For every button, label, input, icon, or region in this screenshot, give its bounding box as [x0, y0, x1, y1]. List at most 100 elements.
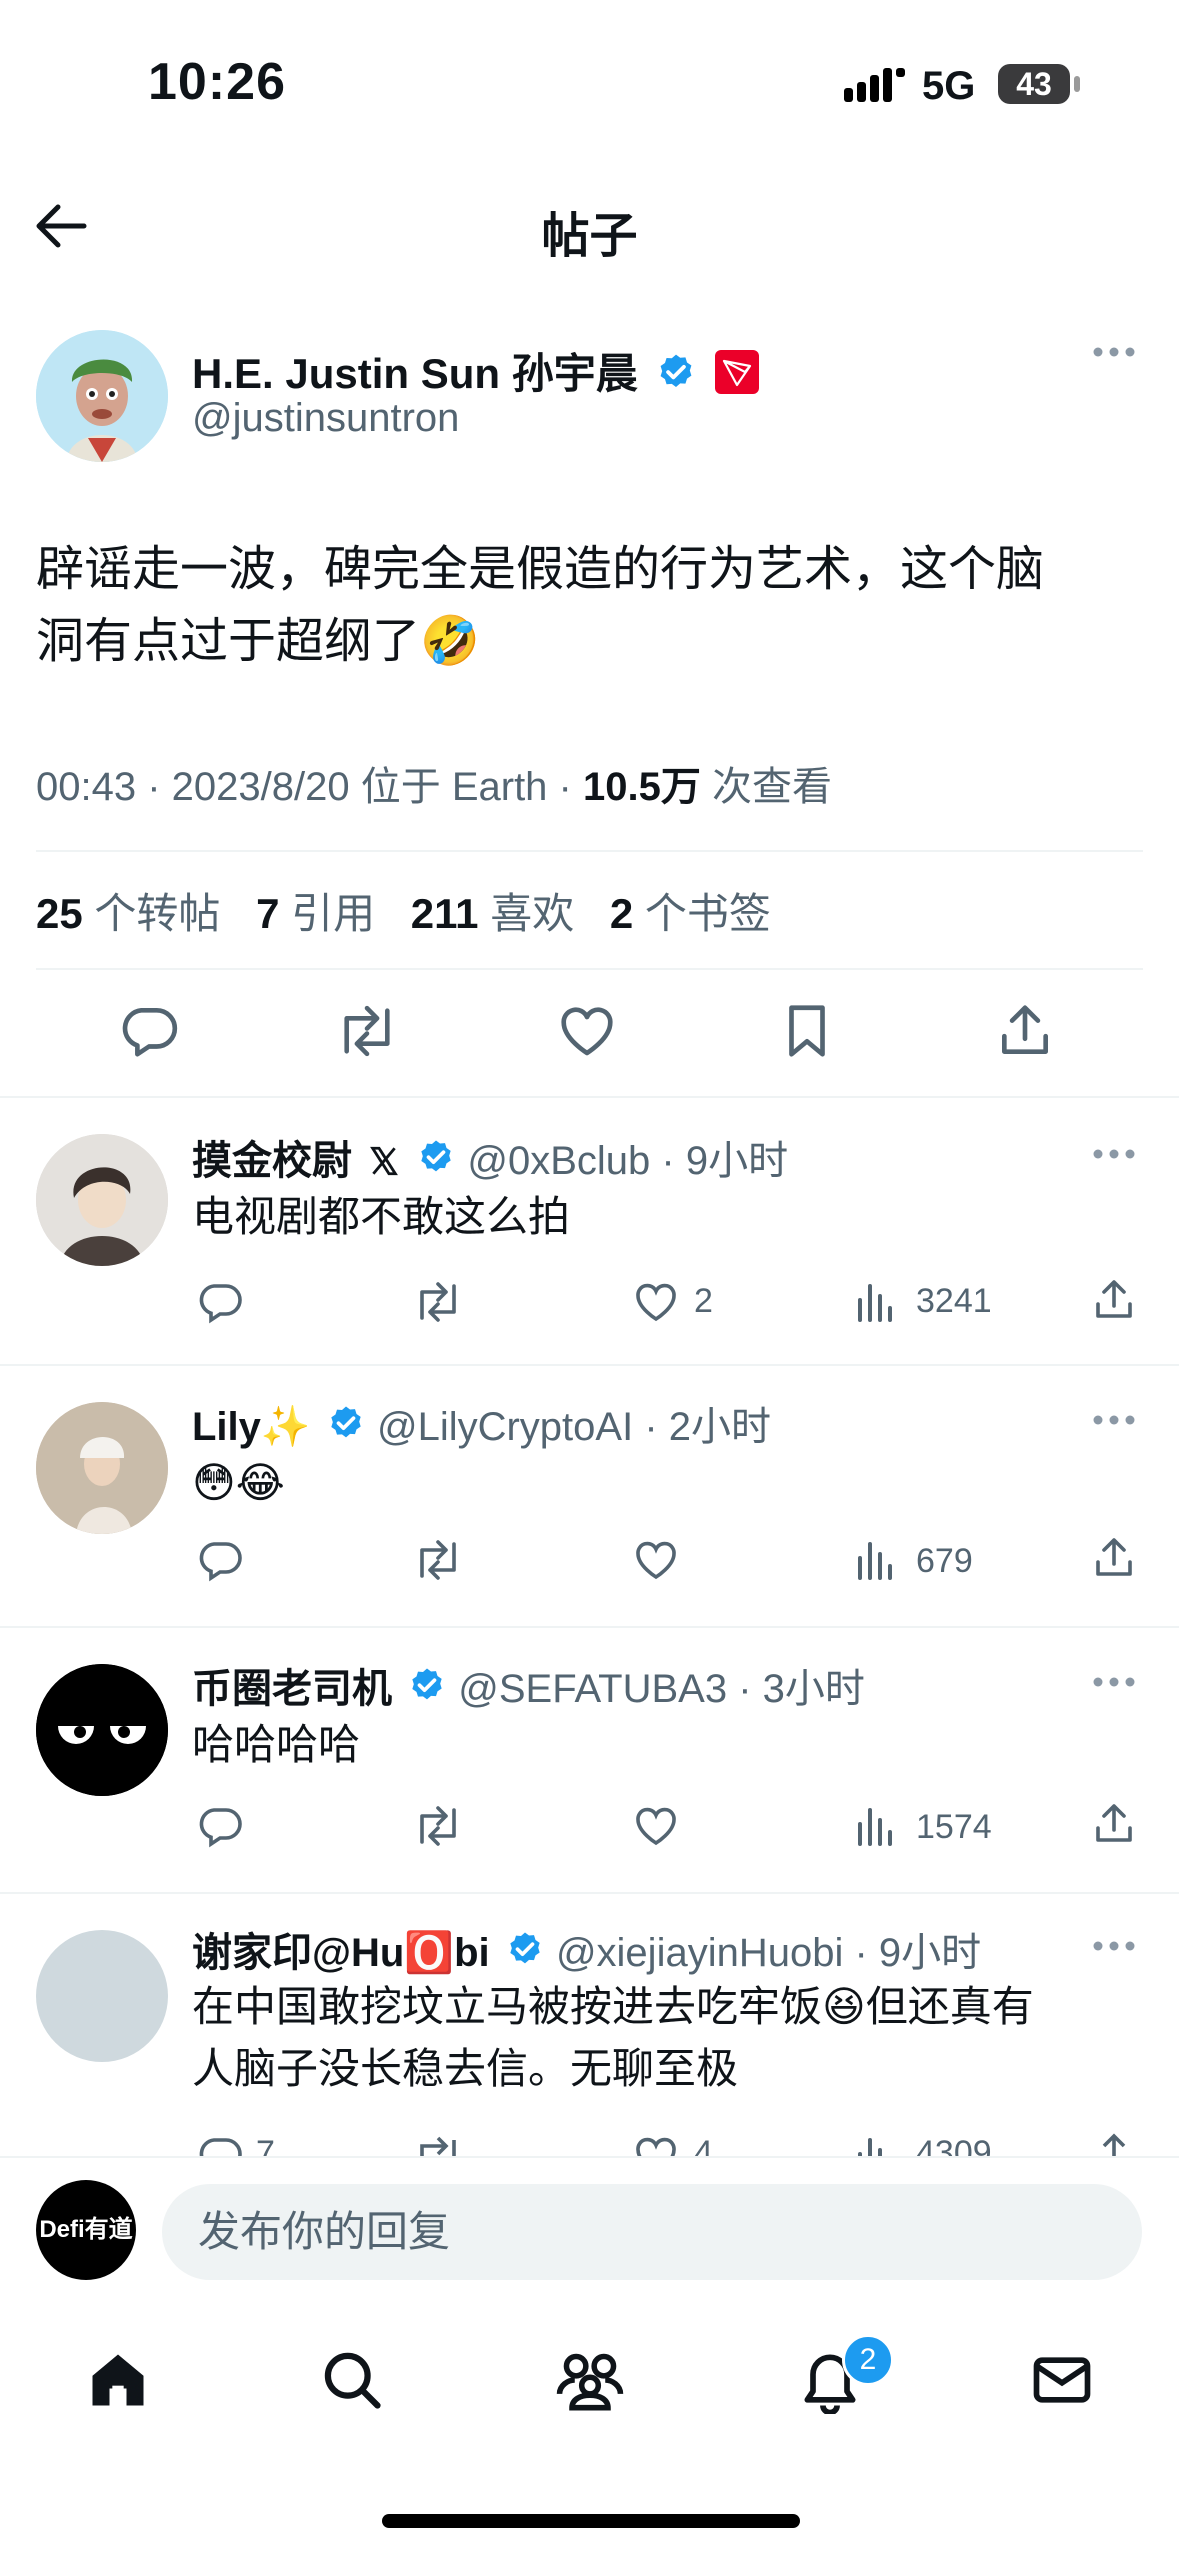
reply-avatar[interactable] [36, 1664, 168, 1796]
share-icon[interactable] [1090, 1276, 1138, 1324]
like-heart-icon[interactable] [632, 1536, 680, 1584]
post-text-line2: 洞有点过于超纲了🤣 [36, 615, 480, 668]
battery-icon: 43 [998, 64, 1070, 104]
reply-author-row: Lily✨ @LilyCryptoAI · 2小时 [192, 1394, 771, 1452]
reply-icon[interactable] [196, 1536, 244, 1584]
views-icon[interactable] [852, 1536, 900, 1584]
view-count: 10.5万 [582, 765, 701, 809]
reply-author-name[interactable]: Lily✨ [192, 1405, 311, 1449]
post-timestamp[interactable]: 00:43 · 2023/8/20 位于 Earth · [36, 765, 583, 809]
like-heart-icon[interactable] [556, 1000, 618, 1062]
home-icon[interactable] [84, 2346, 152, 2414]
reply-text: 哈哈哈哈 [192, 1721, 361, 1768]
engagement-stats: 25 个转帖 7 引用 211 喜欢 2 个书签 [36, 880, 771, 941]
x-logo-icon [367, 1144, 401, 1178]
verified-badge-icon [505, 1930, 545, 1970]
reply-icon[interactable] [118, 1000, 180, 1062]
bookmark-icon[interactable] [776, 1000, 838, 1062]
like-count: 4 [694, 2134, 713, 2156]
messages-mail-icon[interactable] [1028, 2346, 1096, 2414]
reply-item-clipped: 谢家印@Hu🅾️bi @xiejiayinHuobi · 9小时 在中国敢挖坟立… [0, 1894, 1179, 2156]
home-indicator [382, 2514, 800, 2528]
reply-author-row: 摸金校尉 @0xBclub · 9小时 [192, 1128, 788, 1186]
verified-badge-icon [655, 352, 697, 394]
repost-icon[interactable] [334, 1000, 400, 1062]
reply-handle-time[interactable]: @0xBclub · 9小时 [467, 1139, 788, 1183]
more-options-icon[interactable] [1092, 1676, 1136, 1688]
share-icon[interactable] [1090, 2130, 1138, 2156]
divider [0, 2156, 1179, 2158]
reply-text-line1: 在中国敢挖坟立马被按进去吃牢饭😆但还真有 [192, 1983, 1034, 2030]
reply-text: 电视剧都不敢这么拍 [192, 1193, 571, 1240]
more-options-icon[interactable] [1092, 1414, 1136, 1426]
divider [0, 1096, 1179, 1098]
reply-input[interactable] [162, 2184, 1142, 2280]
view-count-label: 次查看 [700, 765, 832, 809]
author-avatar[interactable] [36, 330, 168, 462]
divider [36, 968, 1143, 970]
reply-avatar[interactable] [36, 1930, 168, 2062]
reply-author-name[interactable]: 币圈老司机 [192, 1667, 392, 1711]
battery-tip [1074, 76, 1080, 92]
reply-text: 😳😂 [192, 1459, 285, 1506]
back-arrow-icon[interactable] [30, 196, 90, 256]
view-count: 4309 [916, 2134, 992, 2156]
like-count: 2 [694, 1282, 713, 1320]
reply-text-line2: 人脑子没长稳去信。无聊至极 [192, 2045, 739, 2092]
share-icon[interactable] [1090, 1534, 1138, 1582]
likes-stat[interactable]: 211 喜欢 [411, 890, 574, 937]
author-name[interactable]: H.E. Justin Sun 孙宇晨 [192, 350, 638, 397]
repost-icon[interactable] [412, 1278, 464, 1326]
share-icon[interactable] [994, 1000, 1056, 1062]
reply-author-name[interactable]: 谢家印@Hu🅾️bi [192, 1931, 490, 1975]
views-icon[interactable] [852, 2132, 900, 2156]
bookmarks-stat[interactable]: 2 个书签 [610, 890, 771, 937]
views-icon[interactable] [852, 1278, 900, 1326]
status-time: 10:26 [148, 53, 286, 111]
current-user-avatar[interactable]: Defi有道 [36, 2180, 136, 2280]
reply-handle-time[interactable]: @SEFATUBA3 · 3小时 [458, 1667, 865, 1711]
reply-icon[interactable] [196, 2132, 244, 2156]
reply-author-row: 币圈老司机 @SEFATUBA3 · 3小时 [192, 1656, 865, 1714]
reply-author-row: 谢家印@Hu🅾️bi @xiejiayinHuobi · 9小时 [192, 1920, 981, 1978]
reply-icon[interactable] [196, 1278, 244, 1326]
page-title: 帖子 [541, 210, 638, 263]
more-options-icon[interactable] [1092, 1940, 1136, 1952]
quotes-stat[interactable]: 7 引用 [256, 890, 375, 937]
reply-icon[interactable] [196, 1802, 244, 1850]
view-count: 1574 [916, 1808, 992, 1846]
view-count: 679 [916, 1542, 973, 1580]
reply-handle-time[interactable]: @xiejiayinHuobi · 9小时 [556, 1931, 981, 1975]
communities-icon[interactable] [554, 2346, 626, 2414]
repost-icon[interactable] [412, 2132, 464, 2156]
reposts-stat[interactable]: 25 个转帖 [36, 890, 220, 937]
share-icon[interactable] [1090, 1800, 1138, 1848]
reply-avatar[interactable] [36, 1402, 168, 1534]
post-meta: 00:43 · 2023/8/20 位于 Earth · 10.5万 次查看 [36, 754, 832, 812]
repost-icon[interactable] [412, 1802, 464, 1850]
reply-count: 7 [256, 2134, 275, 2156]
post-text: 辟谣走一波，碑完全是假造的行为艺术，这个脑 洞有点过于超纲了🤣 [36, 534, 1146, 678]
like-heart-icon[interactable] [632, 1802, 680, 1850]
view-count: 3241 [916, 1282, 992, 1320]
like-heart-icon[interactable] [632, 1278, 680, 1326]
reply-handle-time[interactable]: @LilyCryptoAI · 2小时 [377, 1405, 771, 1449]
tron-logo-icon [715, 350, 760, 394]
more-options-icon[interactable] [1092, 346, 1136, 358]
author-handle[interactable]: @justinsuntron [192, 396, 459, 441]
network-type: 5G [922, 64, 976, 108]
more-options-icon[interactable] [1092, 1148, 1136, 1160]
verified-badge-icon [326, 1404, 366, 1444]
cellular-signal-icon [844, 66, 906, 106]
views-icon[interactable] [852, 1802, 900, 1850]
divider [36, 850, 1143, 852]
like-heart-icon[interactable] [632, 2132, 680, 2156]
divider [0, 1364, 1179, 1366]
reply-author-name[interactable]: 摸金校尉 [192, 1139, 352, 1183]
search-icon[interactable] [318, 2346, 386, 2414]
divider [0, 1626, 1179, 1628]
repost-icon[interactable] [412, 1536, 464, 1584]
post-text-line1: 辟谣走一波，碑完全是假造的行为艺术，这个脑 [36, 543, 1045, 596]
reply-avatar[interactable] [36, 1134, 168, 1266]
verified-badge-icon [416, 1138, 456, 1178]
